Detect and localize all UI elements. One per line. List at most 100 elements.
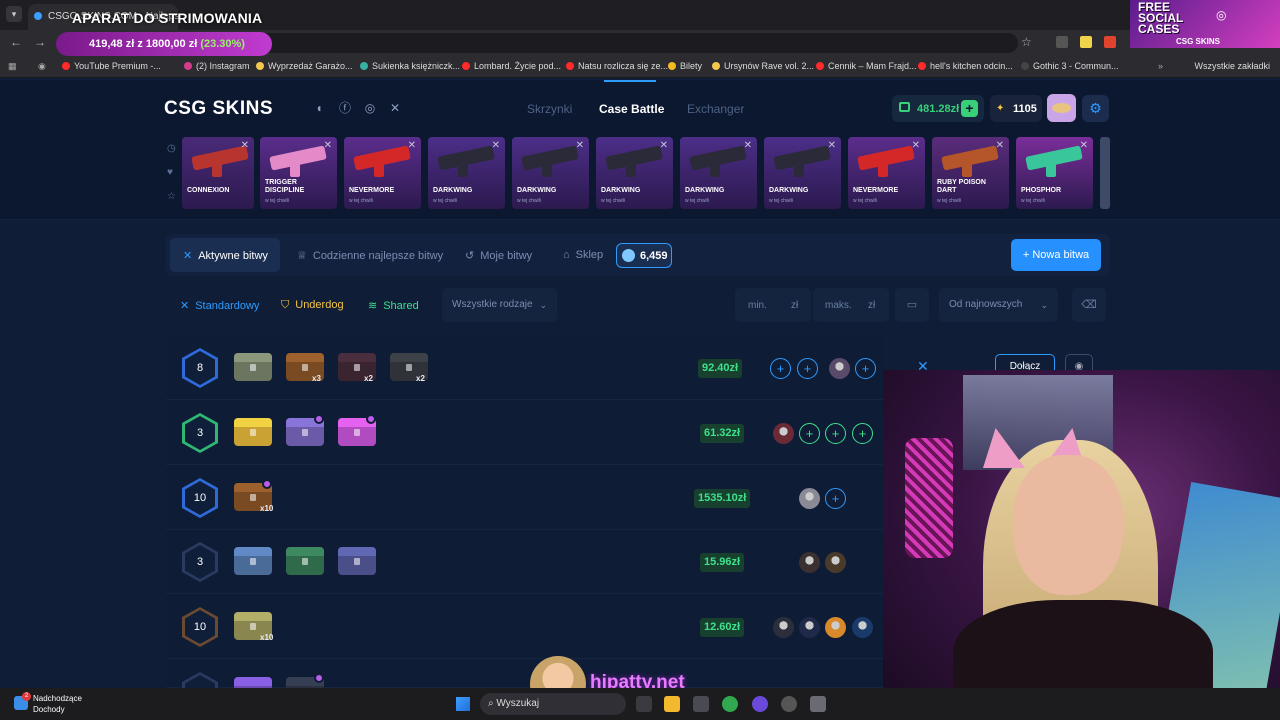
thumbs-up-icon[interactable]: ♥ [167,167,173,178]
drop-card[interactable]: ✕ NEVERMORE w tej chwili [848,137,925,209]
filter-standard[interactable]: ✕ Standardowy [180,299,259,312]
drop-card[interactable]: ✕ CONNEXION [182,137,254,209]
drop-card[interactable]: ✕ PHOSPHOR w tej chwili [1016,137,1093,209]
app-icon[interactable] [781,696,797,712]
player-avatar[interactable] [799,552,820,573]
back-icon[interactable]: ← [10,35,22,49]
drop-card[interactable]: ✕ DARKWING w tej chwili [512,137,589,209]
player-avatar[interactable] [829,358,850,379]
join-slot-plus-icon[interactable]: + [855,358,876,379]
player-avatar[interactable] [773,617,794,638]
player-avatar[interactable] [825,552,846,573]
join-slot-plus-icon[interactable]: + [797,358,818,379]
drop-card[interactable]: ✕ DARKWING w tej chwili [428,137,505,209]
clear-filters-icon[interactable]: ⌫ [1072,288,1106,322]
nav-exchanger[interactable]: Exchanger [687,102,744,116]
clock-icon[interactable]: ◷ [167,143,176,154]
bookmark-item[interactable]: Bilety [668,61,702,71]
site-logo[interactable]: CSG SKINS [164,98,273,120]
bookmark-item[interactable]: (2) Instagram [184,61,250,71]
new-battle-button[interactable]: + Nowa bitwa [1011,239,1101,271]
close-icon[interactable]: ✕ [1080,140,1088,151]
player-avatar[interactable] [825,617,846,638]
nav-case-battle[interactable]: Case Battle [599,102,664,116]
player-avatar[interactable] [799,488,820,509]
player-avatar[interactable] [799,617,820,638]
settings-app-icon[interactable] [810,696,826,712]
tab-daily-best[interactable]: ♕ Codzienne najlepsze bitwy [297,249,443,262]
user-avatar[interactable] [1047,94,1076,122]
bookmark-item[interactable]: Wyprzedaż Garażo... [256,61,352,71]
deposit-button[interactable]: + [961,100,978,117]
drop-card[interactable]: ✕ NEVERMORE w tej chwili [344,137,421,209]
bookmark-item[interactable]: Natsu rozlicza się ze... [566,61,668,71]
forward-icon[interactable]: → [34,35,46,49]
bookmark-item[interactable]: Sukienka księżniczk... [360,61,460,71]
close-icon[interactable]: ✕ [744,140,752,151]
filter-shared[interactable]: ≋ Shared [368,299,419,312]
chrome-icon[interactable] [722,696,738,712]
news-widget[interactable]: Nadchodzące Dochody [33,693,82,715]
bookmark-item[interactable]: Gothic 3 - Commun... [1021,61,1119,71]
apps-icon[interactable]: ▦ [8,61,17,72]
close-icon[interactable]: ✕ [996,140,1004,151]
bookmark-star-icon[interactable]: ☆ [1021,35,1032,49]
taskbar-search[interactable]: ⌕ Wyszukaj [480,693,626,715]
type-select[interactable]: Wszystkie rodzaje ⌄ [442,288,557,322]
star-icon[interactable]: ☆ [167,191,176,202]
store-icon[interactable] [693,696,709,712]
battle-row[interactable] [166,466,883,530]
drop-card[interactable]: ✕ DARKWING w tej chwili [596,137,673,209]
close-icon[interactable]: ✕ [241,140,249,151]
join-slot-plus-icon[interactable]: + [825,423,846,444]
extension-icon[interactable] [1080,36,1092,48]
extension-icon[interactable] [1104,36,1116,48]
x-twitter-icon[interactable]: ✕ [388,101,402,115]
close-icon[interactable]: ✕ [576,140,584,151]
bookmark-item[interactable]: hell's kitchen odcin... [918,61,1013,71]
bookmark-icon[interactable]: ◉ [38,61,46,72]
discord-icon[interactable]: ◖ [312,101,326,115]
close-icon[interactable]: ✕ [828,140,836,151]
drop-card[interactable]: ✕ TRIGGER DISCIPLINE w tej chwili [260,137,337,209]
filter-underdog[interactable]: ⛉ Underdog [281,299,344,312]
join-slot-plus-icon[interactable]: + [852,423,873,444]
tab-active-battles[interactable]: ✕ Aktywne bitwy [183,249,268,262]
join-slot-plus-icon[interactable]: + [799,423,820,444]
bookmark-item[interactable]: Ursynów Rave vol. 2... [712,61,814,71]
task-view-icon[interactable] [636,696,652,712]
close-icon[interactable]: ✕ [408,140,416,151]
close-icon[interactable]: ✕ [660,140,668,151]
facebook-icon[interactable]: ⓕ [338,101,352,115]
nav-skrzynki[interactable]: Skrzynki [527,102,572,116]
settings-gear-icon[interactable]: ⚙ [1082,95,1109,122]
close-icon[interactable]: ✕ [492,140,500,151]
bookmark-item[interactable]: Cennik – Mam Frajd... [816,61,917,71]
all-bookmarks-folder[interactable]: Wszystkie zakładki [1194,61,1270,71]
bookmark-item[interactable]: YouTube Premium -... [62,61,161,71]
battle-row[interactable] [166,660,883,688]
more-bookmarks-icon[interactable]: » [1158,61,1163,71]
drop-card[interactable]: ✕ DARKWING w tej chwili [680,137,757,209]
min-price-input[interactable]: min. zł [735,288,811,322]
close-icon[interactable]: ✕ [912,140,920,151]
join-button[interactable]: Dołącz [995,354,1055,370]
max-price-input[interactable]: maks. zł [813,288,889,322]
bookmark-item[interactable]: Lombard. Życie pod... [462,61,561,71]
tab-my-battles[interactable]: ↺ Moje bitwy [465,249,532,262]
sort-select[interactable]: Od najnowszych ⌄ [939,288,1058,322]
join-slot-plus-icon[interactable]: + [770,358,791,379]
join-slot-plus-icon[interactable]: + [825,488,846,509]
app-icon[interactable] [752,696,768,712]
player-avatar[interactable] [852,617,873,638]
file-explorer-icon[interactable] [664,696,680,712]
battle-row[interactable] [166,530,883,594]
windows-start-icon[interactable] [456,697,470,711]
close-icon[interactable]: ✕ [324,140,332,151]
player-avatar[interactable] [773,423,794,444]
instagram-icon[interactable]: ◎ [363,101,377,115]
calendar-icon[interactable]: ▭ [895,288,929,322]
extension-icon[interactable] [1056,36,1068,48]
tab-shop[interactable]: ⌂ Sklep [563,249,603,261]
watch-eye-icon[interactable]: ◉ [1065,354,1093,372]
